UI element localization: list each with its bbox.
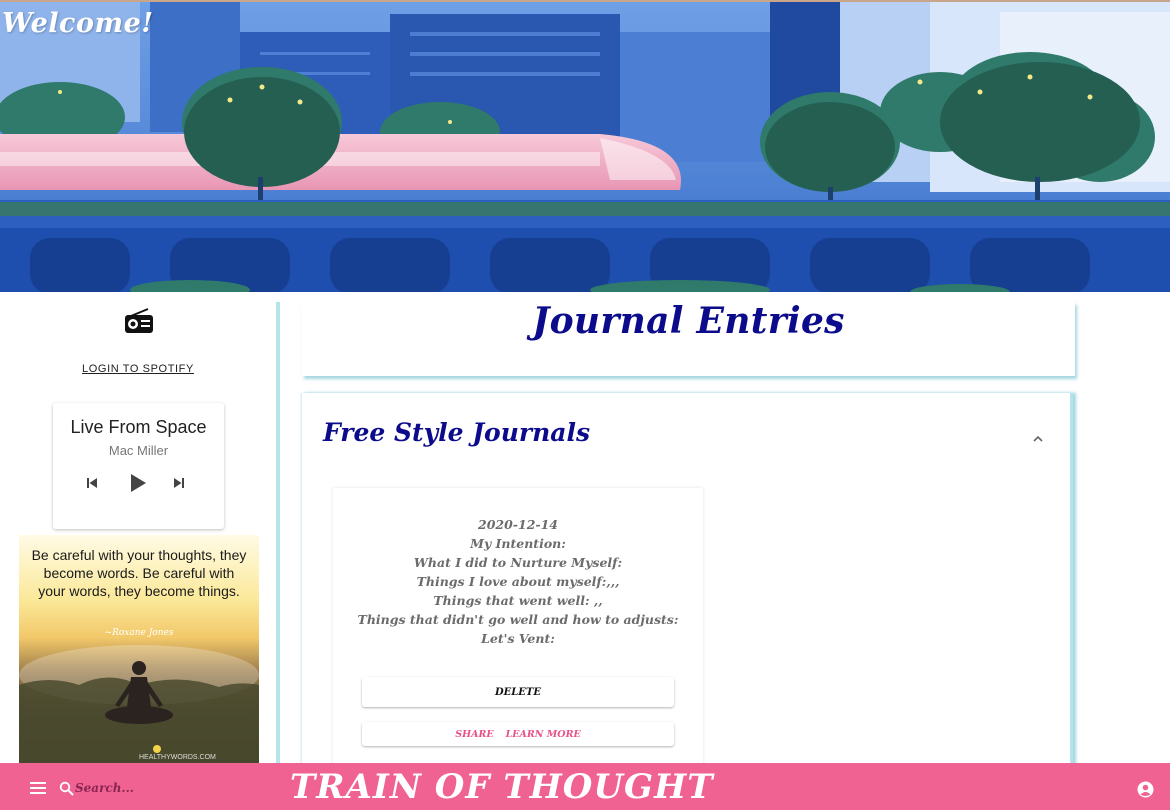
hero-illustration (0, 2, 1170, 292)
play-icon[interactable] (126, 473, 150, 493)
learn-more-button[interactable]: LEARN MORE (506, 729, 581, 740)
hero-banner: Welcome! (0, 0, 1170, 292)
menu-icon[interactable] (30, 782, 46, 794)
sidebar-divider (276, 302, 280, 763)
quote-text: Be careful with your thoughts, they beco… (31, 547, 247, 599)
app-brand: TRAIN OF THOUGHT (290, 767, 714, 807)
radio-icon (125, 308, 153, 333)
music-player: Live From Space Mac Miller (53, 403, 224, 529)
journal-title-card: Journal Entries (302, 302, 1075, 376)
quote-image: Be careful with your thoughts, they beco… (19, 535, 259, 763)
entry-link-row: SHARE LEARN MORE (362, 722, 674, 746)
quote-author: ~Roxane Jones (104, 628, 174, 638)
welcome-heading: Welcome! (2, 8, 154, 39)
sidebar: LOGIN TO SPOTIFY Live From Space Mac Mil… (0, 292, 276, 763)
skip-previous-icon[interactable] (83, 473, 101, 493)
delete-button[interactable]: DELETE (362, 677, 674, 707)
bottom-app-bar: TRAIN OF THOUGHT (0, 763, 1170, 810)
entry-actions: DELETE SHARE LEARN MORE (333, 488, 703, 763)
track-title: Live From Space (70, 417, 207, 437)
skip-next-icon[interactable] (170, 473, 188, 493)
page-title: Journal Entries (532, 300, 845, 342)
quote-watermark: HEALTHYWORDS.COM (139, 754, 216, 761)
chevron-up-icon[interactable] (1031, 434, 1045, 444)
search-input[interactable] (75, 778, 195, 798)
search-icon (59, 781, 74, 796)
section-title: Free Style Journals (323, 418, 591, 447)
page: Welcome! LOGIN TO SPOTIFY Live From Spac… (0, 0, 1170, 810)
login-to-spotify-link[interactable]: LOGIN TO SPOTIFY (0, 363, 276, 375)
share-button[interactable]: SHARE (455, 729, 493, 740)
account-circle-icon[interactable] (1137, 781, 1154, 798)
track-artist: Mac Miller (108, 443, 169, 458)
